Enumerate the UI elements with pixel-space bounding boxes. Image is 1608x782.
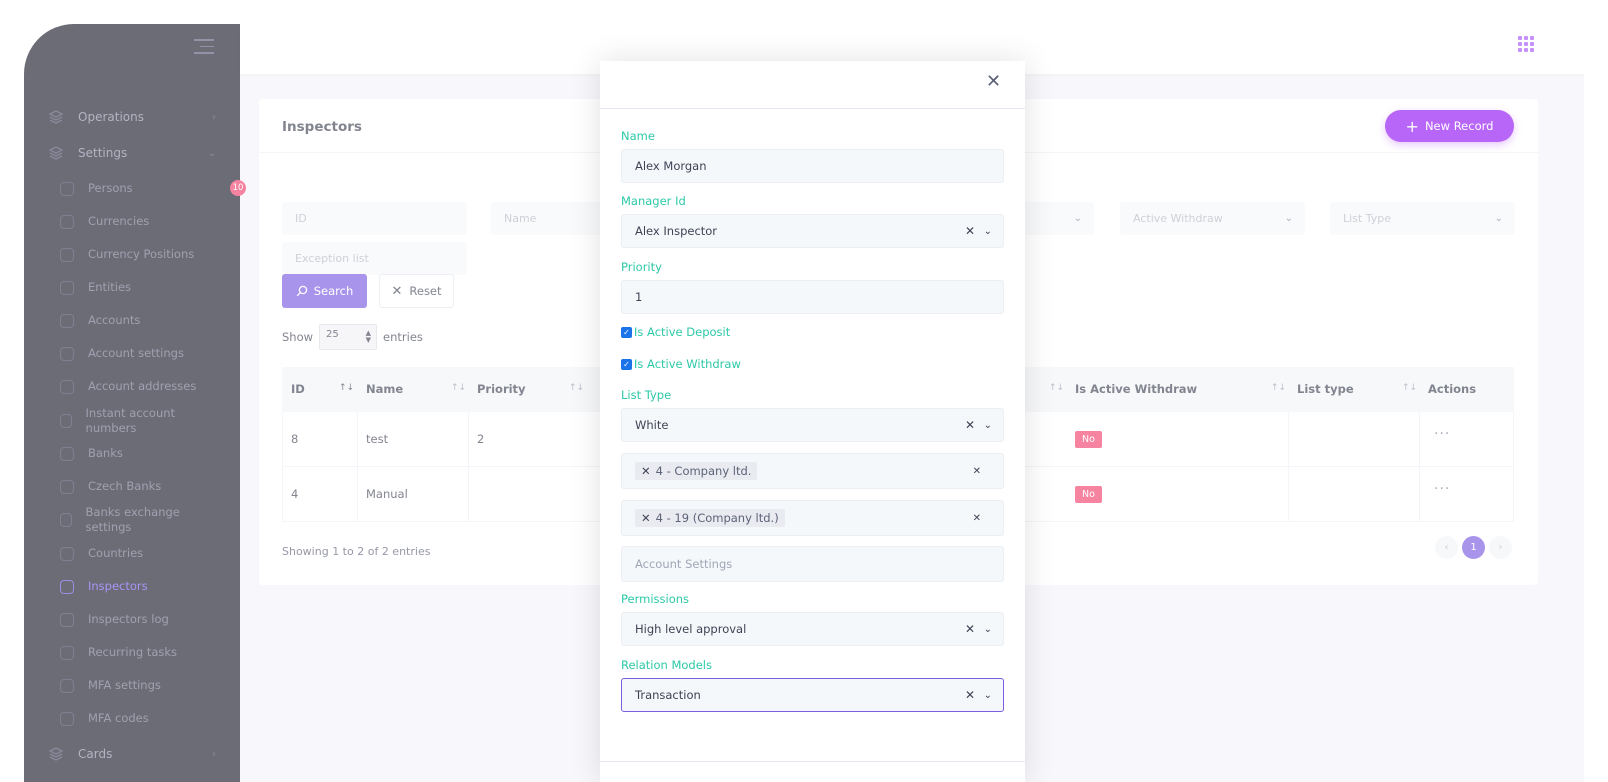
remove-tag-icon[interactable]: ✕	[641, 511, 651, 525]
clear-icon[interactable]: ✕	[973, 466, 981, 477]
permissions-value: High level approval	[635, 622, 747, 636]
tag-label: 4 - 19 (Company ltd.)	[655, 511, 779, 525]
check-icon: ✓	[621, 358, 632, 370]
list-type-select[interactable]: White ✕ ⌄	[621, 408, 1004, 442]
manager-id-label: Manager Id	[621, 194, 686, 208]
clear-icon[interactable]: ✕	[965, 622, 975, 636]
chevron-down-icon: ⌄	[983, 689, 992, 701]
check-icon: ✓	[621, 326, 632, 338]
is-active-withdraw-label: Is Active Withdraw	[634, 357, 741, 371]
permissions-label: Permissions	[621, 592, 690, 606]
close-icon[interactable]: ✕	[986, 71, 1001, 92]
name-value: Alex Morgan	[635, 159, 707, 173]
clear-icon[interactable]: ✕	[965, 688, 975, 702]
account-multiselect[interactable]: ✕ 4 - 19 (Company ltd.) ✕	[621, 500, 1004, 536]
list-type-value: White	[635, 418, 669, 432]
modal-header-divider	[600, 108, 1025, 109]
relation-models-label: Relation Models	[621, 658, 712, 672]
selected-tag: ✕ 4 - 19 (Company ltd.)	[635, 509, 785, 527]
is-active-withdraw-checkbox[interactable]: ✓ Is Active Withdraw	[621, 357, 741, 371]
name-input[interactable]: Alex Morgan	[621, 149, 1004, 183]
remove-tag-icon[interactable]: ✕	[641, 464, 651, 478]
relation-models-select[interactable]: Transaction ✕ ⌄	[621, 678, 1004, 712]
chevron-down-icon: ⌄	[983, 623, 992, 635]
tag-label: 4 - Company ltd.	[655, 464, 752, 478]
permissions-select[interactable]: High level approval ✕ ⌄	[621, 612, 1004, 646]
clear-icon[interactable]: ✕	[965, 224, 975, 238]
company-multiselect[interactable]: ✕ 4 - Company ltd. ✕	[621, 453, 1004, 489]
selected-tag: ✕ 4 - Company ltd.	[635, 462, 758, 480]
relation-models-value: Transaction	[635, 688, 701, 702]
manager-id-value: Alex Inspector	[635, 224, 718, 238]
chevron-down-icon: ⌄	[983, 419, 992, 431]
modal-footer-divider	[600, 761, 1025, 762]
account-settings-select[interactable]: Account Settings	[621, 546, 1004, 582]
account-settings-placeholder: Account Settings	[635, 557, 733, 571]
manager-id-select[interactable]: Alex Inspector ✕ ⌄	[621, 214, 1004, 248]
is-active-deposit-checkbox[interactable]: ✓ Is Active Deposit	[621, 325, 730, 339]
edit-inspector-modal: ✕ Name Alex Morgan Manager Id Alex Inspe…	[600, 61, 1025, 782]
chevron-down-icon: ⌄	[983, 225, 992, 237]
priority-input[interactable]: 1	[621, 280, 1004, 314]
priority-value: 1	[635, 290, 643, 304]
is-active-deposit-label: Is Active Deposit	[634, 325, 731, 339]
name-label: Name	[621, 129, 655, 143]
clear-icon[interactable]: ✕	[965, 418, 975, 432]
clear-icon[interactable]: ✕	[973, 513, 981, 524]
list-type-label: List Type	[621, 388, 672, 402]
priority-label: Priority	[621, 260, 662, 274]
